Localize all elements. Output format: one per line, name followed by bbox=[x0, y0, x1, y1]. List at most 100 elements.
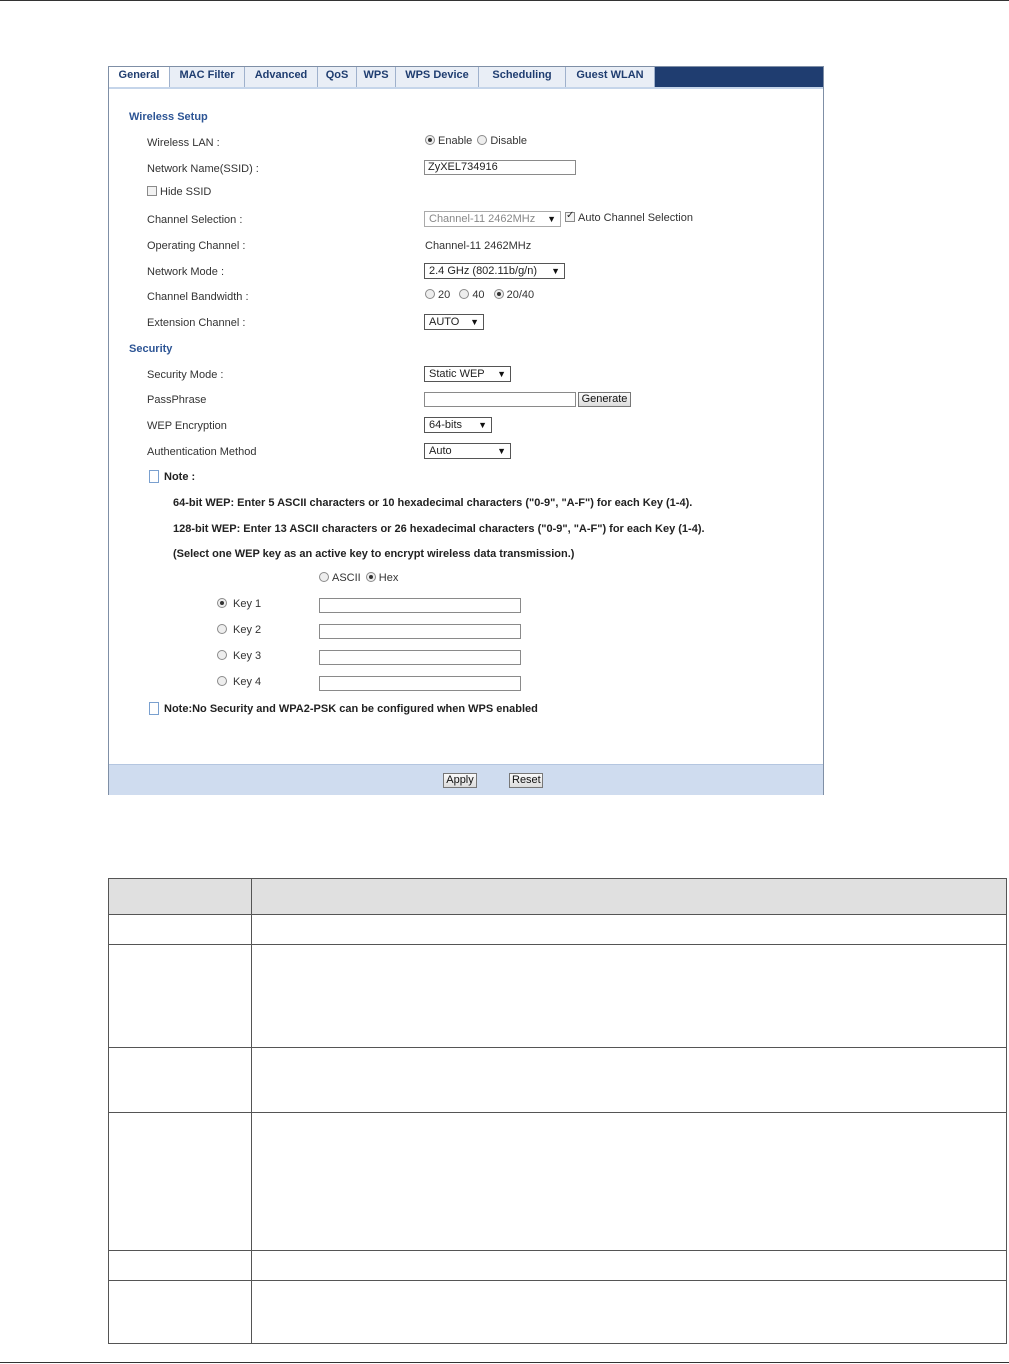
network-mode-dropdown[interactable]: 2.4 GHz (802.11b/g/n) ▼ bbox=[424, 263, 565, 279]
bandwidth-20-radio[interactable] bbox=[425, 289, 435, 299]
auto-channel-checkbox[interactable] bbox=[565, 210, 575, 222]
table-cell bbox=[251, 878, 1007, 915]
security-mode-dropdown[interactable]: Static WEP ▼ bbox=[424, 366, 511, 382]
note-line-64bit: 64-bit WEP: Enter 5 ASCII characters or … bbox=[173, 497, 693, 509]
enable-radio[interactable] bbox=[425, 135, 435, 145]
bottom-rule bbox=[0, 1362, 1009, 1363]
hide-ssid-checkbox[interactable] bbox=[147, 186, 157, 196]
hex-radio[interactable] bbox=[365, 572, 376, 582]
key-2-label: Key 2 bbox=[233, 624, 262, 636]
key-3-label: Key 3 bbox=[233, 650, 262, 662]
operating-channel-label: Operating Channel : bbox=[147, 240, 246, 252]
table-header-row bbox=[108, 878, 1007, 915]
tab-underline bbox=[109, 87, 823, 89]
chevron-down-icon: ▼ bbox=[497, 369, 506, 379]
tab-scheduling[interactable]: Scheduling bbox=[479, 67, 566, 87]
table-cell bbox=[108, 1250, 252, 1281]
note-icon bbox=[149, 702, 159, 715]
wireless-lan-label: Wireless LAN : bbox=[147, 137, 220, 149]
disable-label: Disable bbox=[490, 135, 528, 147]
chevron-down-icon: ▼ bbox=[470, 317, 479, 327]
wps-note: Note:No Security and WPA2-PSK can be con… bbox=[164, 703, 538, 715]
description-table bbox=[108, 878, 1007, 1344]
channel-selection-label: Channel Selection : bbox=[147, 214, 243, 226]
key-1-row: Key 1 bbox=[217, 598, 261, 610]
key-3-input[interactable] bbox=[319, 650, 521, 665]
key-1-input[interactable] bbox=[319, 598, 521, 613]
extension-channel-value: AUTO bbox=[429, 316, 460, 328]
hide-ssid-label: Hide SSID bbox=[160, 186, 212, 198]
key-4-label: Key 4 bbox=[233, 676, 262, 688]
table-row bbox=[108, 1250, 1007, 1281]
chevron-down-icon: ▼ bbox=[478, 420, 487, 430]
table-row bbox=[108, 914, 1007, 945]
auth-method-value: Auto bbox=[429, 445, 452, 457]
table-cell bbox=[251, 914, 1007, 945]
channel-bandwidth-label: Channel Bandwidth : bbox=[147, 291, 249, 303]
auth-method-dropdown[interactable]: Auto ▼ bbox=[424, 443, 511, 459]
generate-button[interactable]: Generate bbox=[578, 392, 631, 407]
bandwidth-20-40-radio[interactable] bbox=[493, 289, 504, 299]
key-2-row: Key 2 bbox=[217, 624, 261, 636]
extension-channel-label: Extension Channel : bbox=[147, 317, 246, 329]
key-format-options: ASCII Hex bbox=[319, 572, 398, 584]
note-title: Note : bbox=[164, 471, 196, 483]
operating-channel-value: Channel-11 2462MHz bbox=[425, 240, 532, 252]
apply-button[interactable]: Apply bbox=[443, 773, 477, 788]
wep-encryption-label: WEP Encryption bbox=[147, 420, 227, 432]
table-row bbox=[108, 1280, 1007, 1344]
ascii-radio[interactable] bbox=[319, 572, 329, 582]
key-1-radio[interactable] bbox=[217, 598, 227, 608]
key-1-label: Key 1 bbox=[233, 598, 262, 610]
tab-mac-filter[interactable]: MAC Filter bbox=[170, 67, 245, 87]
wep-encryption-dropdown[interactable]: 64-bits ▼ bbox=[424, 417, 492, 433]
wep-encryption-value: 64-bits bbox=[429, 419, 463, 431]
security-mode-value: Static WEP bbox=[429, 368, 485, 380]
tab-wps[interactable]: WPS bbox=[357, 67, 396, 87]
key-2-radio[interactable] bbox=[217, 624, 227, 634]
tab-bar: General MAC Filter Advanced QoS WPS WPS … bbox=[109, 67, 823, 88]
note-line-select-key: (Select one WEP key as an active key to … bbox=[173, 548, 575, 560]
table-cell bbox=[108, 1047, 252, 1113]
note-icon bbox=[149, 470, 159, 483]
key-3-radio[interactable] bbox=[217, 650, 227, 660]
tab-general[interactable]: General bbox=[109, 67, 170, 88]
extension-channel-dropdown[interactable]: AUTO ▼ bbox=[424, 314, 484, 330]
key-2-input[interactable] bbox=[319, 624, 521, 639]
tab-qos[interactable]: QoS bbox=[318, 67, 357, 87]
auto-channel-row: Auto Channel Selection bbox=[565, 210, 693, 224]
channel-bandwidth-options: 20 40 20/40 bbox=[425, 289, 534, 301]
table-cell bbox=[108, 944, 252, 1048]
channel-selection-value: Channel-11 2462MHz bbox=[429, 213, 536, 225]
button-footer: Apply Reset bbox=[109, 764, 823, 795]
chevron-down-icon: ▼ bbox=[497, 446, 506, 456]
table-cell bbox=[251, 1250, 1007, 1281]
ascii-label: ASCII bbox=[332, 572, 361, 584]
bandwidth-40-radio[interactable] bbox=[459, 289, 470, 299]
tab-advanced[interactable]: Advanced bbox=[245, 67, 318, 87]
table-row bbox=[108, 944, 1007, 1048]
passphrase-input[interactable] bbox=[424, 392, 576, 407]
note-line-128bit: 128-bit WEP: Enter 13 ASCII characters o… bbox=[173, 523, 705, 535]
network-mode-label: Network Mode : bbox=[147, 266, 225, 278]
disable-radio[interactable] bbox=[477, 135, 488, 145]
table-row bbox=[108, 1047, 1007, 1113]
channel-selection-dropdown[interactable]: Channel-11 2462MHz ▼ bbox=[424, 211, 561, 227]
security-heading: Security bbox=[129, 343, 173, 355]
wps-note-row: Note:No Security and WPA2-PSK can be con… bbox=[149, 702, 538, 715]
wireless-setup-heading: Wireless Setup bbox=[129, 111, 208, 123]
auth-method-label: Authentication Method bbox=[147, 446, 257, 458]
key-4-input[interactable] bbox=[319, 676, 521, 691]
ssid-input[interactable]: ZyXEL734916 bbox=[424, 160, 576, 175]
reset-button[interactable]: Reset bbox=[509, 773, 543, 788]
key-4-row: Key 4 bbox=[217, 676, 261, 688]
table-cell bbox=[251, 1280, 1007, 1344]
chevron-down-icon: ▼ bbox=[551, 266, 560, 276]
table-cell bbox=[108, 914, 252, 945]
chevron-down-icon: ▼ bbox=[547, 214, 556, 224]
tab-guest-wlan[interactable]: Guest WLAN bbox=[566, 67, 655, 87]
bandwidth-40-label: 40 bbox=[472, 289, 485, 301]
enable-label: Enable bbox=[438, 135, 473, 147]
key-4-radio[interactable] bbox=[217, 676, 227, 686]
tab-wps-device[interactable]: WPS Device bbox=[396, 67, 479, 87]
